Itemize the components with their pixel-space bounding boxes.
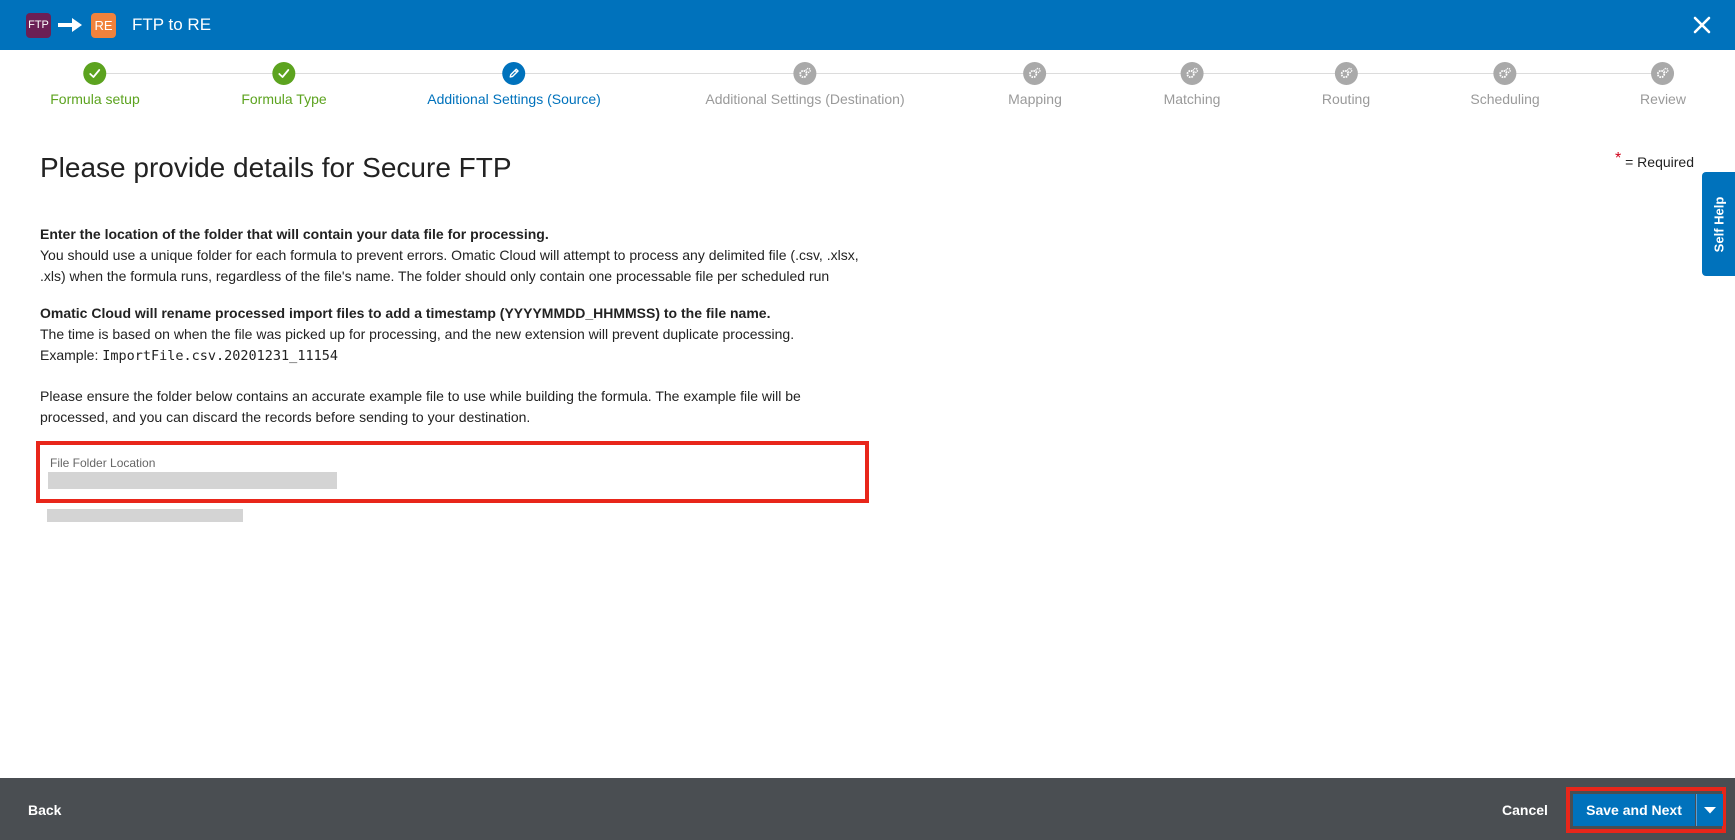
rename-notice-text: The time is based on when the file was p… — [40, 326, 795, 342]
chevron-down-icon[interactable] — [1696, 794, 1723, 826]
rename-notice-heading: Omatic Cloud will rename processed impor… — [40, 305, 771, 321]
step-scheduling: Scheduling — [1470, 62, 1540, 107]
destination-app-badge: RE — [91, 12, 116, 38]
step-label: Scheduling — [1470, 91, 1540, 107]
gears-icon — [1180, 62, 1204, 85]
gears-icon — [1023, 62, 1047, 85]
gears-icon — [1334, 62, 1358, 85]
gears-icon — [1651, 62, 1675, 85]
step-formula-setup[interactable]: Formula setup — [50, 62, 140, 107]
close-icon[interactable] — [1687, 10, 1717, 40]
step-label: Additional Settings (Destination) — [705, 91, 905, 107]
step-formula-type[interactable]: Formula Type — [241, 62, 327, 107]
step-mapping: Mapping — [1008, 62, 1062, 107]
step-label: Matching — [1163, 91, 1221, 107]
folder-instructions-heading: Enter the location of the folder that wi… — [40, 226, 549, 242]
footer-bar: Back Cancel Save and Next — [0, 778, 1735, 840]
step-label: Additional Settings (Source) — [427, 91, 601, 107]
folder-instructions-text: You should use a unique folder for each … — [40, 247, 859, 284]
step-additional-settings-destination: Additional Settings (Destination) — [705, 62, 905, 107]
save-and-next-group: Save and Next — [1566, 787, 1726, 833]
title-bar: FTP RE FTP to RE — [0, 0, 1735, 50]
step-label: Routing — [1321, 91, 1371, 107]
gears-icon — [793, 62, 817, 85]
check-icon — [272, 62, 296, 85]
file-folder-location-label: File Folder Location — [50, 456, 156, 470]
step-review: Review — [1640, 62, 1686, 107]
example-file-notice: Please ensure the folder below contains … — [40, 386, 870, 428]
step-additional-settings-source[interactable]: Additional Settings (Source) — [427, 62, 601, 107]
required-text: = Required — [1625, 154, 1694, 170]
self-help-tab[interactable]: Self Help — [1702, 172, 1735, 276]
required-legend: * = Required — [1615, 150, 1694, 170]
step-matching: Matching — [1163, 62, 1221, 107]
pencil-icon — [502, 62, 526, 85]
back-button[interactable]: Back — [28, 802, 61, 818]
save-and-next-button[interactable]: Save and Next — [1573, 794, 1695, 826]
window-title: FTP to RE — [132, 15, 212, 34]
step-label: Formula Type — [241, 91, 327, 107]
example-file-notice-text: Please ensure the folder below contains … — [40, 388, 801, 425]
example-filename: ImportFile.csv.20201231_11154 — [102, 348, 338, 364]
progress-stepper: Formula setup Formula Type Additional Se… — [0, 50, 1735, 120]
field-helper-text — [47, 509, 243, 522]
file-folder-location-value[interactable] — [48, 472, 337, 489]
step-routing: Routing — [1322, 62, 1370, 107]
step-label: Mapping — [1008, 91, 1062, 107]
check-icon — [83, 62, 107, 85]
required-asterisk: * — [1614, 150, 1622, 167]
step-label: Formula setup — [50, 91, 140, 107]
source-app-badge: FTP — [26, 12, 51, 38]
example-label: Example: — [40, 347, 99, 363]
folder-instructions: Enter the location of the folder that wi… — [40, 224, 870, 287]
rename-notice: Omatic Cloud will rename processed impor… — [40, 303, 870, 367]
gears-icon — [1493, 62, 1517, 85]
arrow-right-icon — [57, 15, 85, 35]
page-title: Please provide details for Secure FTP — [40, 152, 512, 183]
step-label: Review — [1640, 91, 1686, 107]
self-help-label: Self Help — [1711, 196, 1726, 252]
cancel-button[interactable]: Cancel — [1502, 802, 1548, 818]
file-folder-location-field[interactable]: File Folder Location — [36, 441, 869, 503]
